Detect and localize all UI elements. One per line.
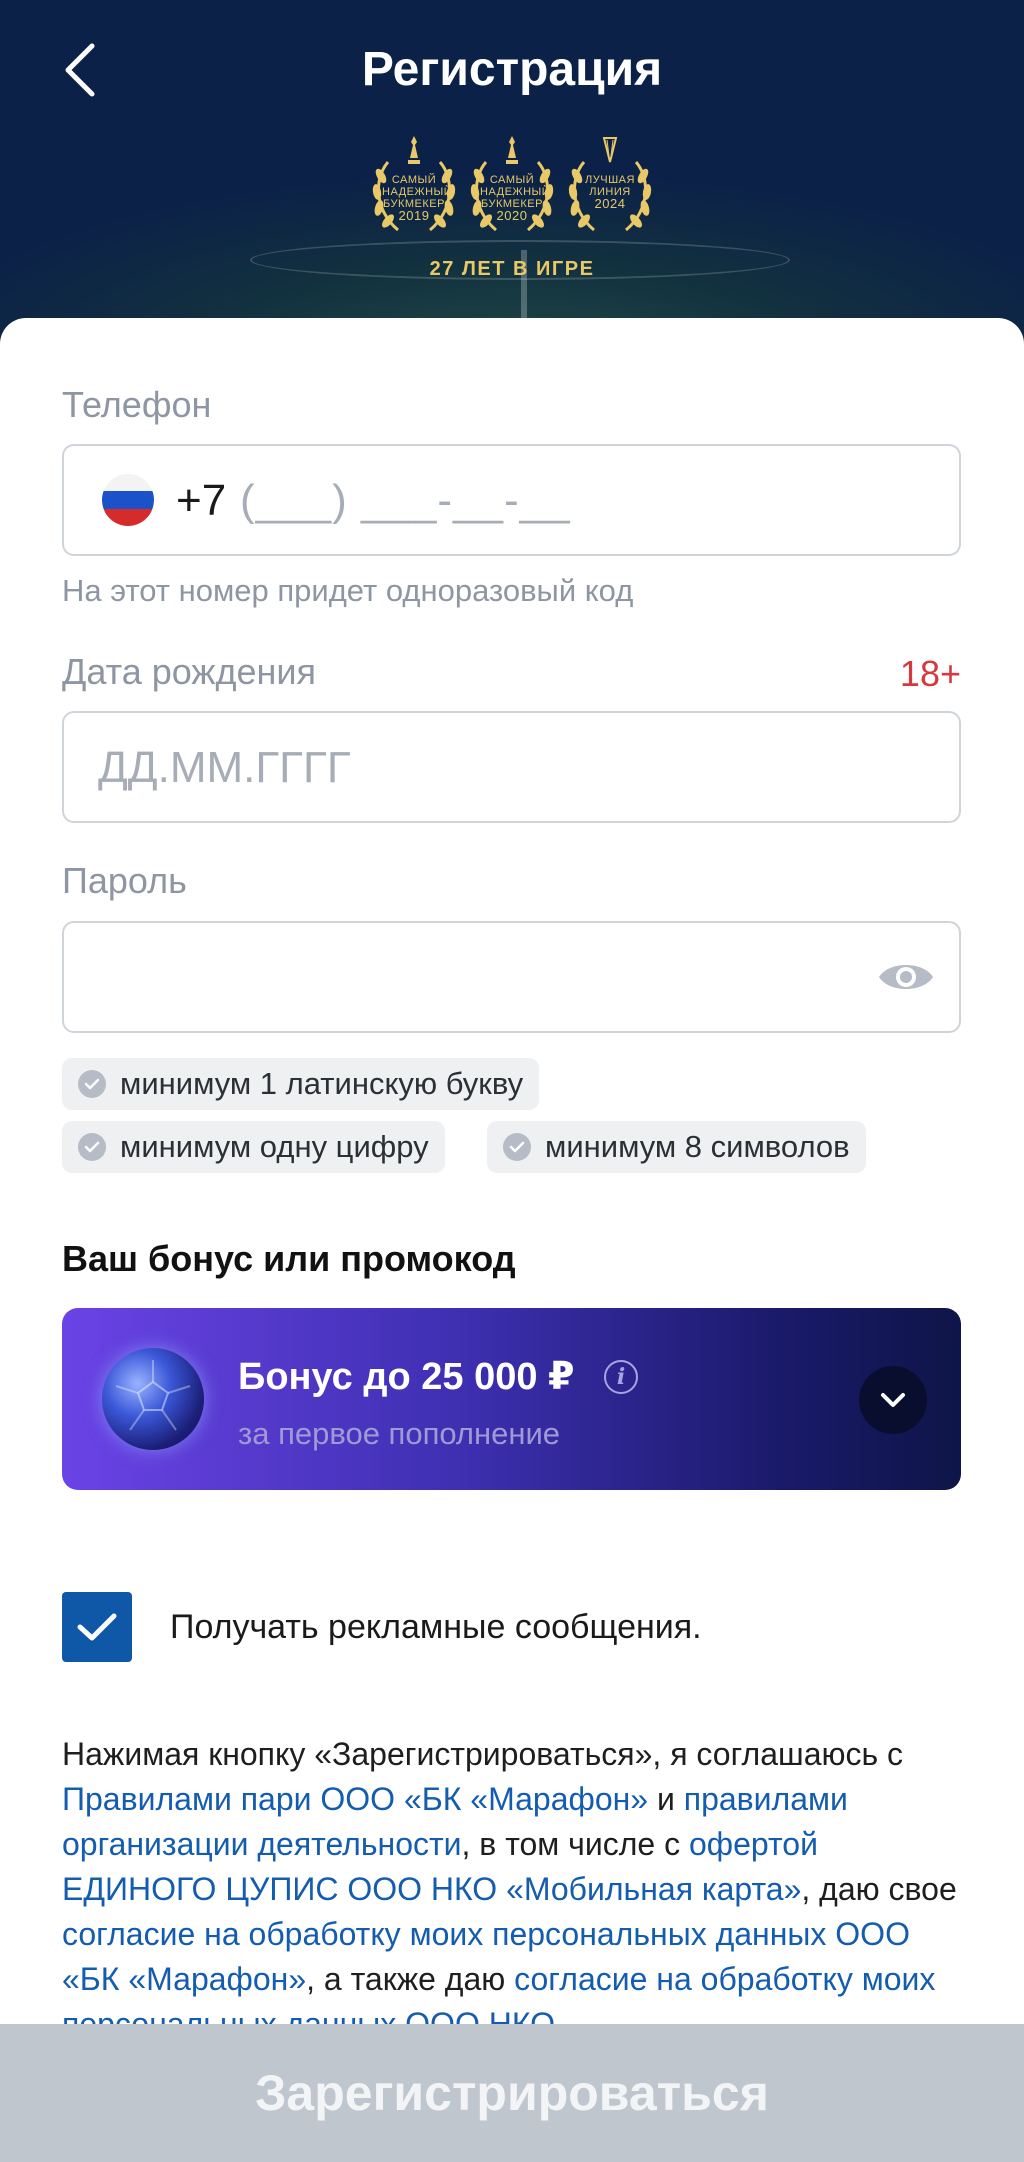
phone-prefix: +7 [176, 476, 227, 525]
birthdate-label: Дата рождения [62, 651, 316, 692]
award-text: Самый надежный букмекер 2020 [480, 174, 551, 223]
legal-text: Нажимая кнопку «Зарегистрироваться», я с… [62, 1732, 966, 2047]
check-circle-icon [503, 1133, 531, 1161]
award-text: Самый надежный букмекер 2019 [382, 174, 453, 223]
bonus-subtitle: за первое пополнение [238, 1416, 561, 1451]
info-icon[interactable]: i [604, 1360, 638, 1394]
phone-hint: На этот номер придет одноразовый код [62, 573, 634, 608]
age-badge: 18+ [899, 653, 961, 694]
check-circle-icon [78, 1070, 106, 1098]
bonus-section-title: Ваш бонус или промокод [62, 1238, 516, 1279]
award-badge: Самый надежный букмекер 2019 [368, 136, 460, 236]
password-input[interactable] [62, 921, 961, 1033]
phone-input[interactable]: +7 (___) ___-__-__ [62, 444, 961, 556]
russia-flag-icon[interactable] [102, 474, 154, 526]
awards-row: Самый надежный букмекер 2019 [368, 136, 658, 236]
bonus-title: Бонус до 25 000 ₽ [238, 1356, 575, 1398]
register-button-label: Зарегистрироваться [255, 2065, 769, 2121]
checkmark-icon [77, 1613, 117, 1641]
ads-opt-in-checkbox[interactable] [62, 1592, 132, 1662]
soccer-ball-icon [102, 1348, 204, 1450]
password-label: Пароль [62, 860, 187, 901]
award-badge: Самый надежный букмекер 2020 [466, 136, 558, 236]
ads-opt-in-label: Получать рекламные сообщения. [170, 1608, 702, 1646]
page-title: Регистрация [361, 43, 663, 96]
password-requirement: минимум 8 символов [487, 1121, 866, 1173]
birthdate-input[interactable]: ДД.ММ.ГГГГ [62, 711, 961, 823]
award-badge: Лучшая линия 2024 [564, 136, 656, 236]
check-circle-icon [78, 1133, 106, 1161]
award-text: Лучшая линия 2024 [585, 174, 635, 211]
bonus-card[interactable]: Бонус до 25 000 ₽ i за первое пополнение [62, 1308, 961, 1490]
birthdate-placeholder: ДД.ММ.ГГГГ [98, 743, 351, 792]
slogan: 27 ЛЕТ В ИГРЕ [429, 258, 595, 280]
chevron-down-icon [881, 1393, 905, 1407]
phone-mask: (___) ___-__-__ [240, 476, 571, 525]
password-requirement: минимум 1 латинскую букву [62, 1058, 540, 1110]
register-button[interactable]: Зарегистрироваться [0, 2024, 1024, 2162]
phone-label: Телефон [62, 384, 212, 425]
header: Регистрация Самый надеж [0, 0, 1024, 360]
betting-rules-link[interactable]: Правилами пари ООО «БК «Марафон» [62, 1781, 648, 1817]
bonus-expand-button[interactable] [859, 1366, 927, 1434]
password-requirement: минимум одну цифру [62, 1121, 445, 1173]
eye-icon[interactable] [877, 957, 935, 997]
